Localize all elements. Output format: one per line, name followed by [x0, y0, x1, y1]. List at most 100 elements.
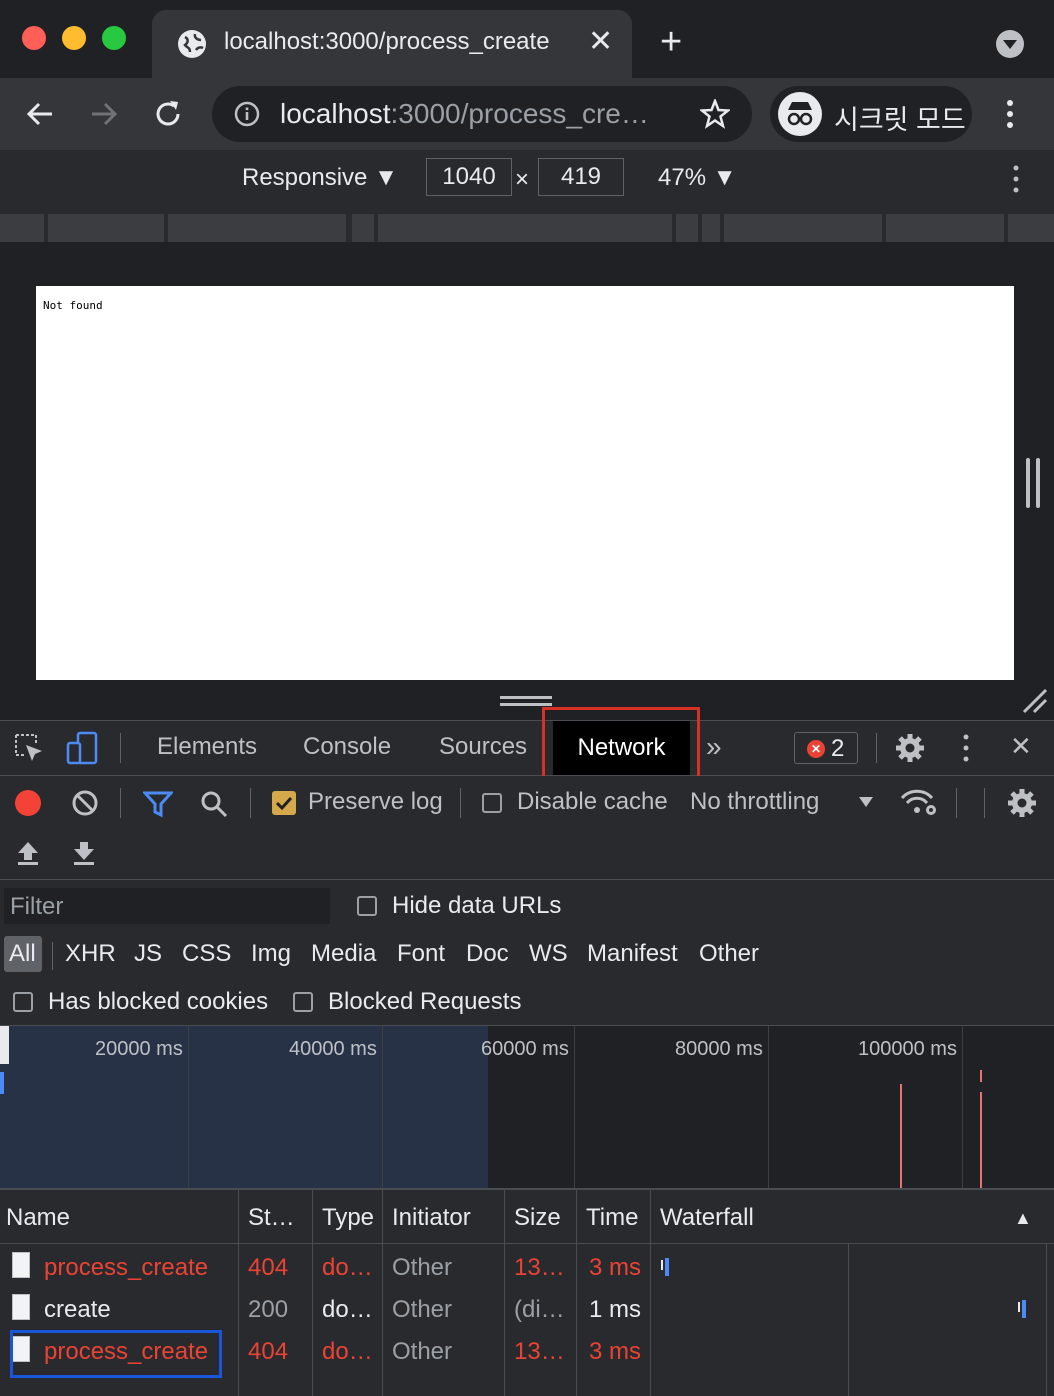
export-har-icon[interactable] — [72, 840, 96, 866]
request-table: Name St… Type Initiator Size Time Waterf… — [0, 1190, 1054, 1396]
type-media[interactable]: Media — [311, 940, 376, 968]
table-row[interactable]: process_create 404 do… Other 13… 3 ms — [0, 1246, 650, 1288]
right-resize-handle[interactable] — [1026, 458, 1030, 508]
close-devtools-button[interactable]: ✕ — [1010, 731, 1032, 762]
media-query-segment[interactable] — [168, 214, 346, 242]
viewport-height-input[interactable]: 419 — [538, 158, 624, 196]
sort-ascending-icon[interactable]: ▲ — [1014, 1208, 1032, 1229]
column-header-time[interactable]: Time — [586, 1204, 638, 1232]
close-window-button[interactable] — [22, 26, 46, 50]
request-name[interactable]: process_create — [44, 1254, 208, 1282]
tab-sources[interactable]: Sources — [439, 733, 527, 761]
new-tab-button[interactable]: + — [660, 22, 682, 62]
disable-cache-checkbox[interactable] — [482, 793, 502, 813]
filter-icon[interactable] — [143, 790, 173, 818]
media-query-segment[interactable] — [378, 214, 672, 242]
network-overview-timeline[interactable]: 20000 ms 40000 ms 60000 ms 80000 ms 1000… — [0, 1026, 1054, 1190]
filter-input[interactable]: Filter — [4, 888, 330, 924]
reload-icon[interactable] — [152, 98, 184, 130]
table-row[interactable]: create 200 do… Other (di… 1 ms — [0, 1288, 650, 1330]
bottom-resize-handle[interactable] — [500, 696, 552, 699]
media-query-segment[interactable] — [0, 214, 44, 242]
type-js[interactable]: JS — [134, 940, 162, 968]
resource-type-filter: All XHR JS CSS Img Media Font Doc WS Man… — [0, 934, 1054, 978]
url-host: localhost — [280, 98, 391, 129]
bookmark-star-icon[interactable] — [700, 99, 730, 129]
url-path: :3000/process_cre… — [390, 98, 649, 129]
throttling-select[interactable]: No throttling — [690, 788, 819, 816]
type-img[interactable]: Img — [251, 940, 291, 968]
tab-elements[interactable]: Elements — [157, 733, 257, 761]
info-icon[interactable] — [234, 101, 260, 127]
settings-gear-icon[interactable] — [894, 732, 926, 764]
overview-gridline — [768, 1026, 769, 1188]
more-tabs-button[interactable]: » — [706, 731, 722, 763]
type-all[interactable]: All — [9, 940, 36, 968]
type-manifest[interactable]: Manifest — [587, 940, 678, 968]
blocked-filter-row: Has blocked cookies Blocked Requests — [0, 978, 1054, 1026]
device-toolbar-menu-icon[interactable] — [1008, 164, 1024, 194]
request-name[interactable]: create — [44, 1296, 111, 1324]
request-status: 200 — [248, 1296, 289, 1323]
media-query-segment[interactable] — [1008, 214, 1054, 242]
column-header-status[interactable]: St… — [248, 1204, 295, 1232]
viewport-width-input[interactable]: 1040 — [426, 158, 512, 196]
clear-icon[interactable] — [71, 789, 99, 817]
media-query-bar[interactable] — [0, 206, 1054, 242]
overview-drag-handle[interactable] — [0, 1026, 9, 1064]
back-arrow-icon[interactable] — [24, 98, 56, 130]
column-header-name[interactable]: Name — [6, 1204, 70, 1232]
media-query-segment[interactable] — [724, 214, 882, 242]
media-query-segment[interactable] — [886, 214, 1004, 242]
forward-arrow-icon[interactable] — [88, 98, 120, 130]
toolbar-divider — [984, 788, 985, 818]
type-css[interactable]: CSS — [182, 940, 231, 968]
inspect-element-icon[interactable] — [14, 733, 44, 763]
column-header-size[interactable]: Size — [514, 1204, 561, 1232]
zoom-dropdown[interactable]: 47% ▼ — [658, 164, 736, 192]
media-query-segment[interactable] — [48, 214, 164, 242]
type-doc[interactable]: Doc — [466, 940, 509, 968]
zoom-window-button[interactable] — [102, 26, 126, 50]
preserve-log-checkbox[interactable] — [272, 791, 296, 815]
type-ws[interactable]: WS — [529, 940, 568, 968]
waterfall-bar[interactable] — [1022, 1300, 1026, 1318]
chevron-down-icon — [1003, 40, 1017, 49]
waterfall-bar[interactable] — [665, 1258, 669, 1276]
media-query-segment[interactable] — [352, 214, 374, 242]
has-blocked-cookies-checkbox[interactable] — [13, 992, 33, 1012]
type-xhr[interactable]: XHR — [65, 940, 116, 968]
browser-tab[interactable]: localhost:3000/process_create ✕ — [152, 10, 632, 78]
column-header-initiator[interactable]: Initiator — [392, 1204, 471, 1232]
column-header-type[interactable]: Type — [322, 1204, 374, 1232]
filter-placeholder: Filter — [10, 893, 64, 920]
network-settings-gear-icon[interactable] — [1006, 787, 1038, 819]
type-other[interactable]: Other — [699, 940, 759, 968]
devtools-menu-icon[interactable] — [958, 733, 974, 763]
import-har-icon[interactable] — [16, 840, 40, 866]
hide-data-urls-checkbox[interactable] — [357, 896, 377, 916]
blocked-requests-checkbox[interactable] — [293, 992, 313, 1012]
corner-resize-icon[interactable] — [1020, 686, 1048, 714]
toolbar-divider — [876, 733, 877, 763]
incognito-indicator[interactable]: 시크릿 모드 — [770, 86, 972, 142]
media-query-segment[interactable] — [702, 214, 720, 242]
browser-menu-icon[interactable] — [1000, 98, 1020, 130]
tab-search-button[interactable] — [996, 30, 1024, 58]
column-header-waterfall[interactable]: Waterfall — [660, 1204, 754, 1232]
network-conditions-icon[interactable] — [900, 788, 938, 818]
device-mode-dropdown[interactable]: Responsive ▼ — [242, 164, 398, 192]
device-toggle-icon[interactable] — [66, 731, 100, 765]
address-bar[interactable]: localhost:3000/process_cre… — [212, 86, 752, 142]
tab-close-icon[interactable]: ✕ — [588, 24, 613, 59]
media-query-segment[interactable] — [676, 214, 698, 242]
tab-console[interactable]: Console — [303, 733, 391, 761]
record-button[interactable] — [15, 790, 41, 816]
type-font[interactable]: Font — [397, 940, 445, 968]
request-type: do… — [322, 1254, 373, 1281]
minimize-window-button[interactable] — [62, 26, 86, 50]
chevron-down-icon[interactable] — [858, 796, 874, 808]
devtools-tab-bar: Elements Console Sources Network » ✕ 2 ✕ — [0, 707, 1054, 787]
error-count-badge[interactable]: ✕ 2 — [794, 732, 858, 764]
search-icon[interactable] — [199, 789, 229, 819]
